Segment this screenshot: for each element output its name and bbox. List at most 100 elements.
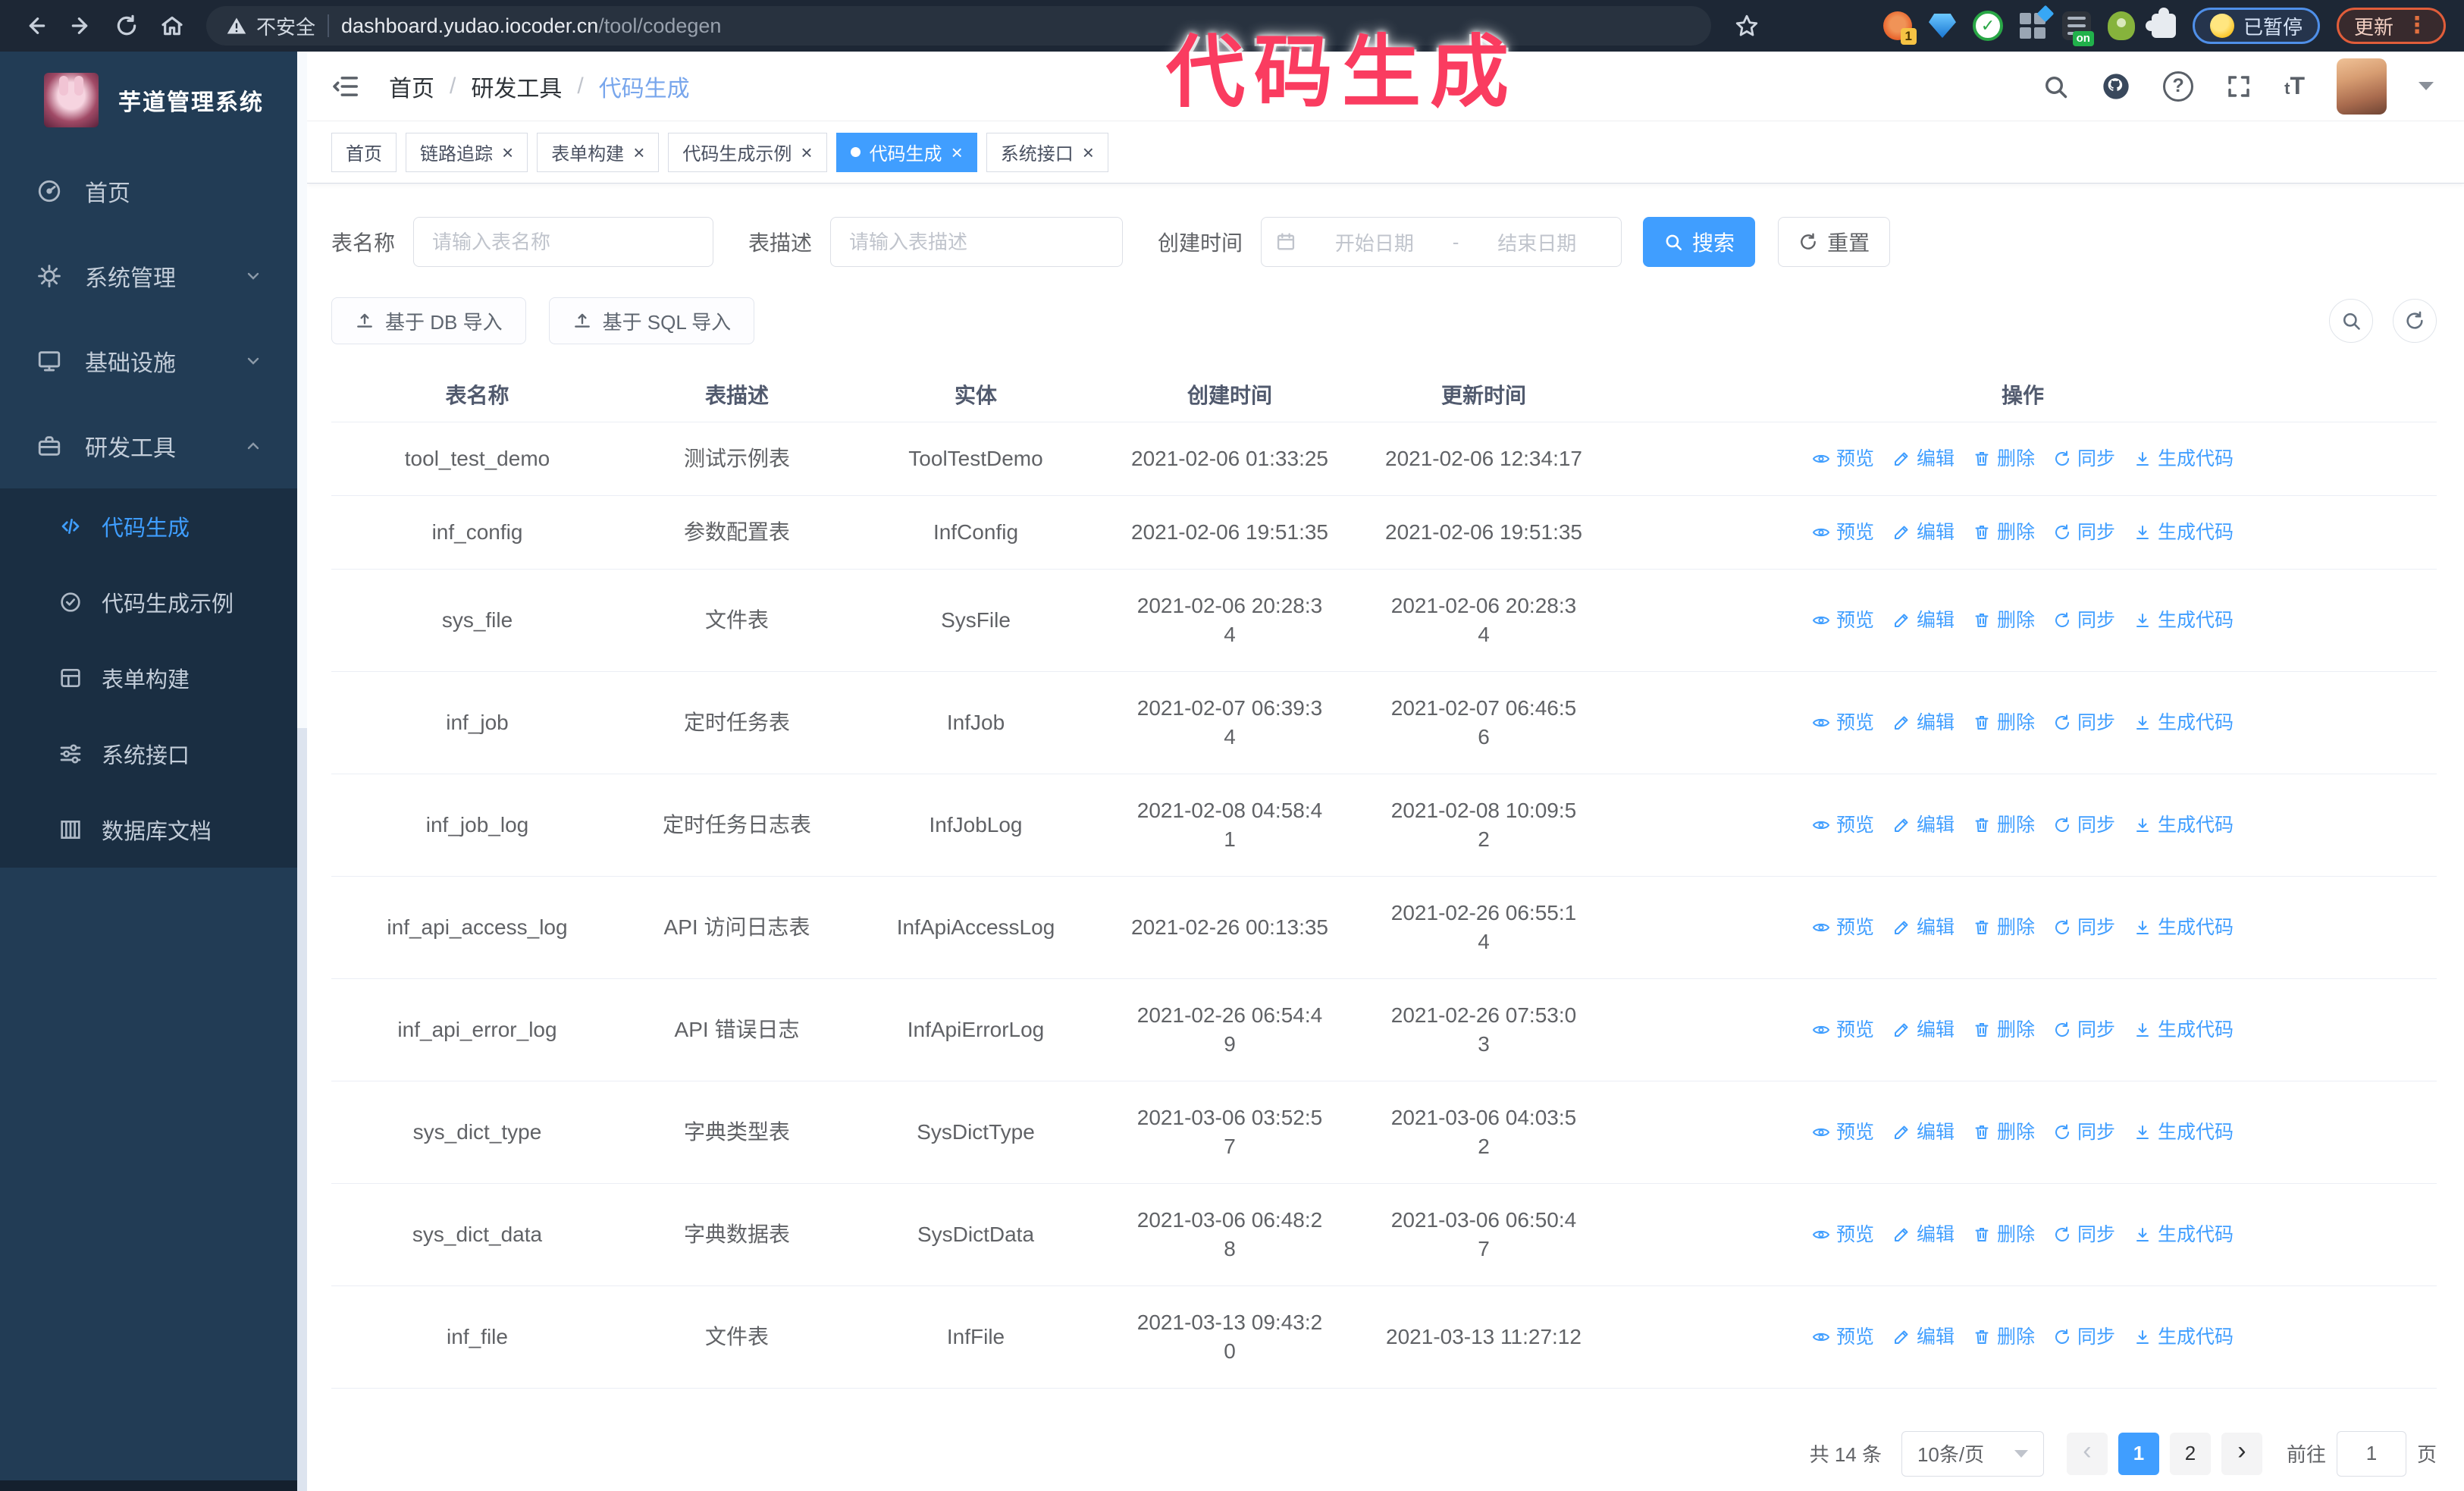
table-name-input[interactable] [413,217,714,267]
sidebar-item-form-builder[interactable]: 表单构建 [0,640,297,716]
address-bar[interactable]: 不安全 dashboard.yudao.iocoder.cn/tool/code… [206,6,1711,46]
generate-code-link[interactable]: 生成代码 [2133,1118,2234,1147]
update-pill-button[interactable]: 更新 ⋮ [2336,8,2446,44]
edit-link[interactable]: 编辑 [1892,1220,1955,1249]
browser-reload-icon[interactable] [106,5,147,46]
generate-code-link[interactable]: 生成代码 [2133,444,2234,473]
browser-forward-icon[interactable] [61,5,102,46]
sidebar-item-system-api[interactable]: 系统接口 [0,716,297,792]
sync-link[interactable]: 同步 [2053,708,2115,737]
generate-code-link[interactable]: 生成代码 [2133,1323,2234,1351]
sync-link[interactable]: 同步 [2053,518,2115,547]
delete-link[interactable]: 删除 [1973,1220,2035,1249]
browser-home-icon[interactable] [152,5,193,46]
app-logo-row[interactable]: 芋道管理系统 [0,52,297,149]
delete-link[interactable]: 删除 [1973,811,2035,840]
breadcrumb-home[interactable]: 首页 [389,70,434,103]
help-icon[interactable]: ? [2163,71,2194,102]
preview-link[interactable]: 预览 [1812,1015,1874,1044]
sidebar-item-codegen-example[interactable]: 代码生成示例 [0,564,297,640]
sidebar-item-home[interactable]: 首页 [0,149,297,234]
extension-dark-icon[interactable]: on [2061,11,2094,46]
view-tab[interactable]: 代码生成示例 × [668,132,827,172]
edit-link[interactable]: 编辑 [1892,913,1955,942]
delete-link[interactable]: 删除 [1973,913,2035,942]
tab-close-icon[interactable]: × [801,143,812,162]
preview-link[interactable]: 预览 [1812,1118,1874,1147]
sidebar-item-dev-tools[interactable]: 研发工具 [0,403,297,488]
generate-code-link[interactable]: 生成代码 [2133,606,2234,635]
tab-close-icon[interactable]: × [502,143,513,162]
sidebar-item-database-docs[interactable]: 数据库文档 [0,792,297,868]
generate-code-link[interactable]: 生成代码 [2133,913,2234,942]
font-size-icon[interactable]: tT [2284,72,2305,100]
delete-link[interactable]: 删除 [1973,444,2035,473]
import-db-button[interactable]: 基于 DB 导入 [331,297,526,344]
generate-code-link[interactable]: 生成代码 [2133,518,2234,547]
preview-link[interactable]: 预览 [1812,606,1874,635]
search-icon[interactable] [2042,73,2069,100]
edit-link[interactable]: 编辑 [1892,518,1955,547]
prev-page-button[interactable]: ‹ [2066,1432,2108,1475]
edit-link[interactable]: 编辑 [1892,1323,1955,1351]
sidebar-item-code-generation[interactable]: 代码生成 [0,488,297,564]
security-warning[interactable]: 不安全 [226,12,315,40]
date-range-picker[interactable]: 开始日期 - 结束日期 [1261,217,1622,267]
next-page-button[interactable]: › [2221,1432,2262,1475]
delete-link[interactable]: 删除 [1973,518,2035,547]
sync-link[interactable]: 同步 [2053,606,2115,635]
extension-grid-icon[interactable] [2019,5,2055,39]
generate-code-link[interactable]: 生成代码 [2133,811,2234,840]
edit-link[interactable]: 编辑 [1892,1015,1955,1044]
delete-link[interactable]: 删除 [1973,708,2035,737]
tab-close-icon[interactable]: × [951,143,963,162]
extension-orange-icon[interactable]: 1 [1882,11,1917,45]
sidebar-toggle-icon[interactable] [331,72,360,101]
edit-link[interactable]: 编辑 [1892,708,1955,737]
edit-link[interactable]: 编辑 [1892,1118,1955,1147]
view-tab[interactable]: 代码生成 × [835,132,977,172]
sync-link[interactable]: 同步 [2053,811,2115,840]
browser-back-icon[interactable] [15,5,56,46]
preview-link[interactable]: 预览 [1812,1220,1874,1249]
edit-link[interactable]: 编辑 [1892,444,1955,473]
fullscreen-icon[interactable] [2225,73,2252,100]
view-tab[interactable]: 系统接口 × [986,132,1108,172]
preview-link[interactable]: 预览 [1812,444,1874,473]
table-desc-input[interactable] [830,217,1124,267]
view-tab[interactable]: 表单构建 × [537,132,660,172]
user-menu-caret-icon[interactable] [2419,82,2434,90]
extension-key-icon[interactable] [2107,11,2135,40]
page-button-2[interactable]: 2 [2169,1432,2211,1475]
paused-pill-button[interactable]: 已暂停 [2192,8,2320,44]
page-button-1[interactable]: 1 [2118,1432,2159,1475]
browser-menu-dots-icon[interactable]: ⋮ [2406,14,2428,37]
sync-link[interactable]: 同步 [2053,1015,2115,1044]
tab-close-icon[interactable]: × [633,143,644,162]
delete-link[interactable]: 删除 [1973,1015,2035,1044]
refresh-table-button[interactable] [2393,299,2437,343]
sidebar-scrollbar-thumb[interactable] [297,52,307,729]
goto-page-input[interactable] [2336,1430,2406,1477]
extension-check-icon[interactable]: ✓ [1972,11,2003,41]
github-icon[interactable] [2101,71,2131,102]
edit-link[interactable]: 编辑 [1892,606,1955,635]
sync-link[interactable]: 同步 [2053,444,2115,473]
tab-close-icon[interactable]: × [1083,143,1094,162]
preview-link[interactable]: 预览 [1812,708,1874,737]
sync-link[interactable]: 同步 [2053,913,2115,942]
user-avatar[interactable] [2337,58,2387,115]
extension-gem-icon[interactable] [1928,14,1956,38]
view-tab[interactable]: 链路追踪 × [406,132,528,172]
view-tab[interactable]: 首页 × [331,132,397,172]
delete-link[interactable]: 删除 [1973,1118,2035,1147]
search-button[interactable]: 搜索 [1643,217,1756,267]
page-size-select[interactable]: 10条/页 [1901,1430,2044,1477]
reset-button[interactable]: 重置 [1778,217,1891,267]
generate-code-link[interactable]: 生成代码 [2133,1220,2234,1249]
generate-code-link[interactable]: 生成代码 [2133,1015,2234,1044]
import-sql-button[interactable]: 基于 SQL 导入 [548,297,755,344]
sidebar-item-infrastructure[interactable]: 基础设施 [0,319,297,403]
sidebar-item-system-management[interactable]: 系统管理 [0,234,297,319]
sidebar-scrollbar[interactable] [297,52,307,1491]
